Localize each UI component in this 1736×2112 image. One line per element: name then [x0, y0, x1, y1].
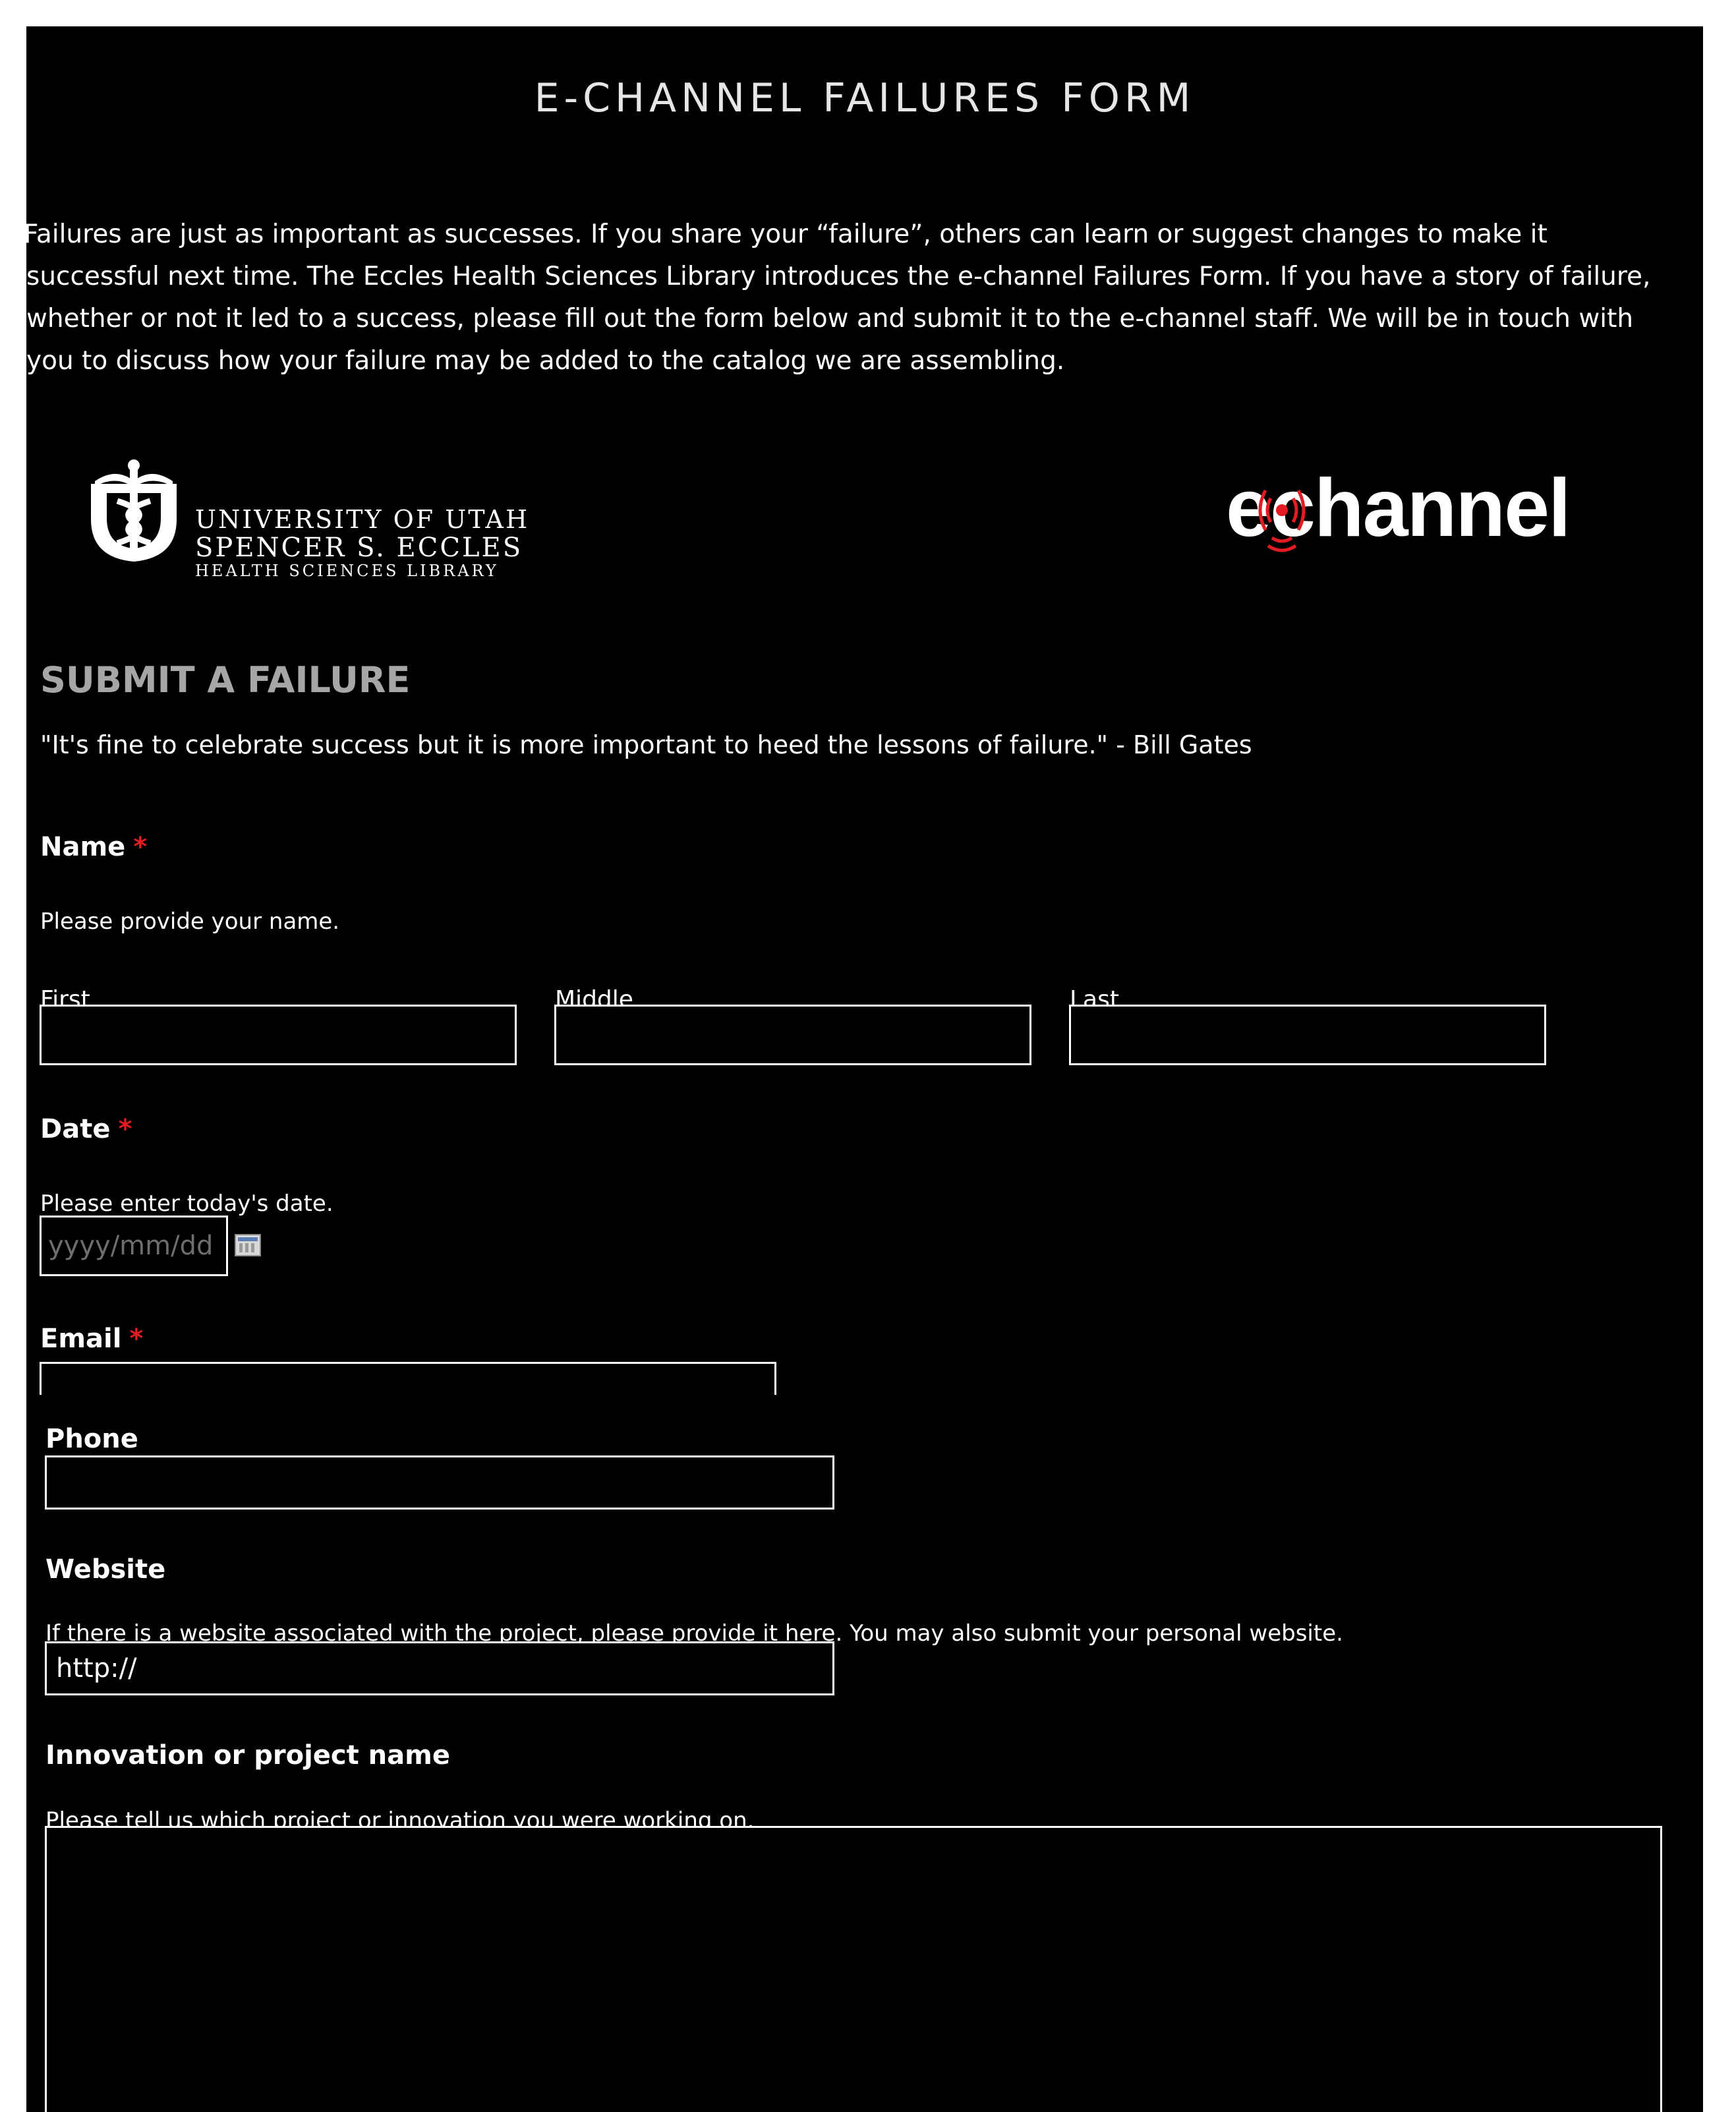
- phone-label: Phone: [45, 1424, 138, 1454]
- section-title: SUBMIT A FAILURE: [40, 659, 411, 701]
- name-description: Please provide your name.: [40, 908, 340, 935]
- date-input[interactable]: [40, 1216, 228, 1276]
- echannel-logo: echannel: [1186, 457, 1674, 563]
- email-label: Email *: [40, 1324, 143, 1354]
- library-logo-line2: SPENCER S. ECCLES: [195, 533, 523, 563]
- library-logo-line3: HEALTH SCIENCES LIBRARY: [195, 562, 499, 580]
- form-page: E-CHANNEL FAILURES FORM Failures are jus…: [26, 26, 1703, 2112]
- project-label: Innovation or project name: [45, 1740, 450, 1771]
- website-label: Website: [45, 1554, 166, 1585]
- required-marker: *: [133, 832, 148, 862]
- calendar-icon[interactable]: [235, 1234, 261, 1256]
- signal-waves-icon: [1258, 489, 1306, 552]
- library-logo: UNIVERSITY OF UTAH SPENCER S. ECCLES HEA…: [84, 459, 559, 580]
- quote-text: "It's fine to celebrate success but it i…: [40, 730, 1252, 759]
- page-title: E-CHANNEL FAILURES FORM: [534, 75, 1196, 121]
- last-name-input[interactable]: [1069, 1005, 1546, 1065]
- intro-paragraph: Failures are just as important as succes…: [26, 220, 1651, 376]
- project-textarea[interactable]: [45, 1826, 1662, 2112]
- website-input[interactable]: [45, 1641, 834, 1695]
- required-marker: *: [118, 1114, 132, 1144]
- first-name-input[interactable]: [40, 1005, 517, 1065]
- date-description: Please enter today's date.: [40, 1190, 333, 1217]
- library-logo-line1: UNIVERSITY OF UTAH: [195, 505, 530, 534]
- caduceus-shield-icon: [91, 459, 177, 562]
- email-input[interactable]: [40, 1362, 776, 1395]
- required-marker: *: [129, 1324, 144, 1354]
- middle-name-input[interactable]: [554, 1005, 1031, 1065]
- name-label-text: Name: [40, 832, 126, 862]
- phone-input[interactable]: [45, 1455, 834, 1510]
- date-label-text: Date: [40, 1114, 111, 1144]
- date-label: Date *: [40, 1114, 132, 1144]
- name-label: Name *: [40, 832, 147, 862]
- email-label-text: Email: [40, 1324, 122, 1354]
